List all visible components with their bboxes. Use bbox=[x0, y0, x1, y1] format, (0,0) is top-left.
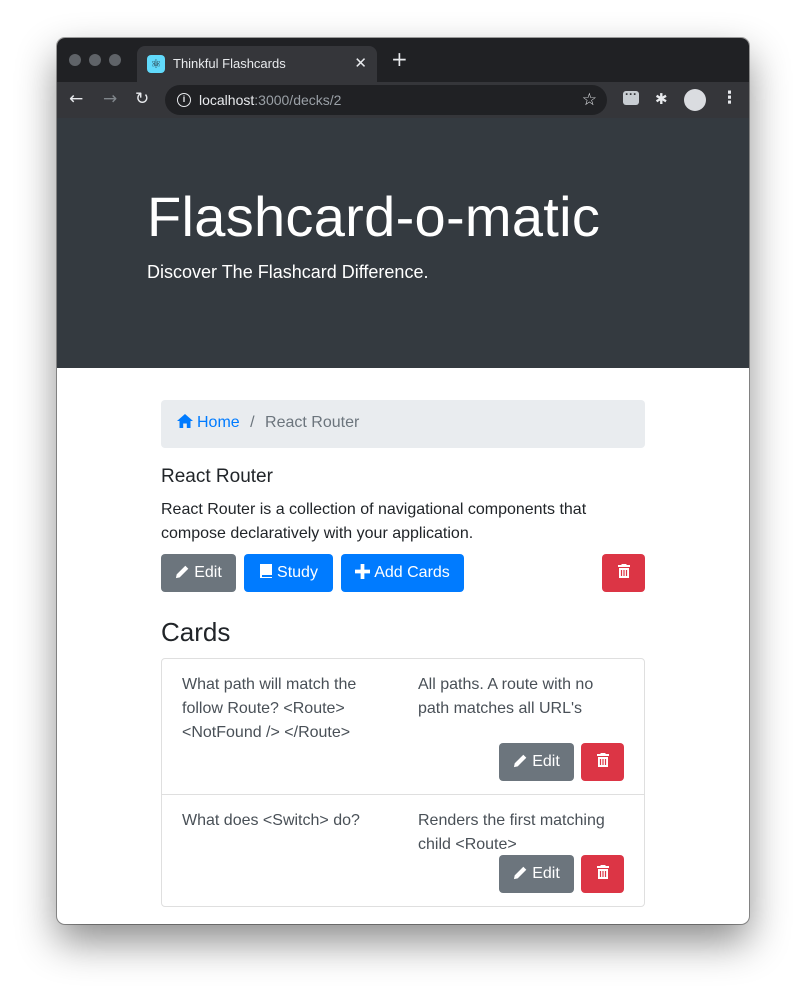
react-favicon-icon: ⚛ bbox=[147, 55, 165, 73]
extension-icon[interactable] bbox=[623, 87, 639, 105]
page-subtitle: Discover The Flashcard Difference. bbox=[147, 262, 429, 282]
breadcrumb: Home / React Router bbox=[161, 400, 645, 448]
delete-card-button[interactable] bbox=[581, 855, 624, 893]
breadcrumb-home-link[interactable]: Home bbox=[177, 414, 244, 431]
edit-card-label: Edit bbox=[532, 753, 560, 770]
page-title: Flashcard-o-matic bbox=[147, 185, 601, 248]
back-arrow-icon[interactable]: ← bbox=[69, 89, 83, 109]
card-front-text: What does <Switch> do? bbox=[182, 812, 360, 829]
menu-icon[interactable]: ⋮ bbox=[721, 88, 738, 108]
edit-card-button[interactable]: Edit bbox=[499, 743, 574, 781]
breadcrumb-separator: / bbox=[250, 414, 255, 431]
breadcrumb-current: React Router bbox=[265, 414, 360, 431]
forward-arrow-icon[interactable]: → bbox=[103, 89, 117, 109]
puzzle-icon[interactable]: ✱ bbox=[655, 90, 668, 108]
maximize-window-button[interactable] bbox=[109, 54, 121, 66]
book-icon bbox=[260, 564, 273, 578]
tab-thinkful-flashcards[interactable]: ⚛ Thinkful Flashcards ✕ bbox=[137, 46, 377, 82]
card-list: What path will match the follow Route? <… bbox=[161, 658, 645, 907]
info-icon[interactable]: i bbox=[177, 93, 191, 107]
plus-icon bbox=[355, 564, 371, 579]
card-item: What does <Switch> do? Renders the first… bbox=[162, 795, 644, 906]
tab-title: Thinkful Flashcards bbox=[173, 56, 286, 71]
edit-card-label: Edit bbox=[532, 865, 560, 882]
add-cards-button[interactable]: Add Cards bbox=[341, 554, 464, 592]
card-back-text: Renders the first matching child <Route> bbox=[418, 812, 605, 853]
profile-avatar[interactable] bbox=[684, 89, 706, 111]
edit-deck-label: Edit bbox=[194, 564, 222, 581]
url-path: :3000/decks/2 bbox=[254, 92, 342, 108]
edit-deck-button[interactable]: Edit bbox=[161, 554, 236, 592]
browser-window: ⚛ Thinkful Flashcards ✕ + ← → ↻ i localh… bbox=[57, 38, 749, 924]
tab-strip: ⚛ Thinkful Flashcards ✕ + bbox=[57, 38, 749, 82]
delete-card-button[interactable] bbox=[581, 743, 624, 781]
trash-icon bbox=[596, 865, 609, 879]
edit-card-button[interactable]: Edit bbox=[499, 855, 574, 893]
reload-icon[interactable]: ↻ bbox=[135, 89, 149, 109]
card-back-text: All paths. A route with no path matches … bbox=[418, 676, 594, 717]
card-front-text: What path will match the follow Route? <… bbox=[182, 676, 357, 741]
study-deck-button[interactable]: Study bbox=[244, 554, 333, 592]
add-cards-label: Add Cards bbox=[374, 564, 450, 581]
deck-description: React Router is a collection of navigati… bbox=[161, 501, 587, 542]
pencil-icon bbox=[514, 866, 527, 880]
address-bar[interactable]: i localhost:3000/decks/2 ☆ bbox=[165, 85, 607, 115]
url-text[interactable]: localhost:3000/decks/2 bbox=[199, 92, 341, 108]
cards-heading: Cards bbox=[161, 617, 231, 647]
card-item: What path will match the follow Route? <… bbox=[162, 659, 644, 795]
star-icon[interactable]: ☆ bbox=[582, 90, 597, 110]
home-icon bbox=[177, 414, 193, 428]
delete-deck-button[interactable] bbox=[602, 554, 645, 592]
close-window-button[interactable] bbox=[69, 54, 81, 66]
deck-name: React Router bbox=[161, 466, 273, 487]
trash-icon bbox=[617, 564, 630, 578]
study-deck-label: Study bbox=[277, 564, 318, 581]
breadcrumb-home-label: Home bbox=[197, 414, 240, 431]
close-tab-icon[interactable]: ✕ bbox=[354, 54, 367, 72]
jumbotron-header: Flashcard-o-matic Discover The Flashcard… bbox=[57, 118, 749, 368]
pencil-icon bbox=[176, 565, 189, 579]
new-tab-button[interactable]: + bbox=[391, 49, 408, 69]
pencil-icon bbox=[514, 754, 527, 768]
minimize-window-button[interactable] bbox=[89, 54, 101, 66]
browser-toolbar: ← → ↻ i localhost:3000/decks/2 ☆ ✱ ⋮ bbox=[57, 82, 749, 118]
url-host: localhost bbox=[199, 92, 255, 108]
trash-icon bbox=[596, 753, 609, 767]
